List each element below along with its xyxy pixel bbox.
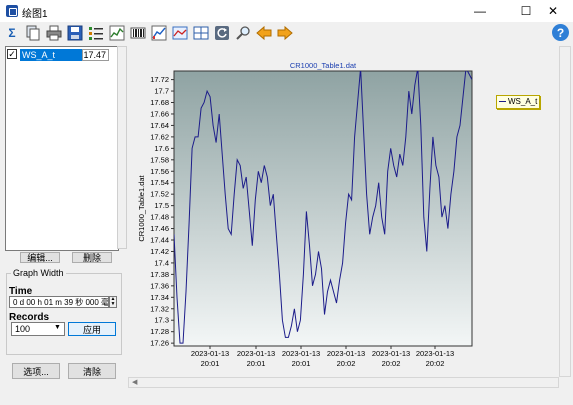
y-tick-label: 17.54 (150, 178, 169, 187)
time-input[interactable]: 0 d 00 h 01 m 39 秒 000 毫 (9, 296, 109, 308)
print-icon[interactable] (45, 24, 63, 42)
x-tick-date-label: 2023-01-13 (237, 349, 275, 358)
options-button[interactable]: 选项... (12, 363, 60, 379)
series-name[interactable]: WS_A_t (20, 49, 82, 61)
sigma-icon[interactable]: Σ (3, 24, 21, 42)
y-tick-label: 17.64 (150, 121, 169, 130)
zoom-icon[interactable] (234, 24, 252, 42)
y-tick-label: 17.72 (150, 75, 169, 84)
series-checkbox[interactable]: ✓ (7, 49, 17, 59)
scroll-left-icon[interactable]: ◀ (132, 378, 137, 386)
x-tick-time-label: 20:01 (247, 359, 266, 368)
plot-background (173, 70, 473, 347)
x-tick-date-label: 2023-01-13 (372, 349, 410, 358)
arrow-right-icon[interactable] (276, 24, 294, 42)
chart-edit-icon[interactable] (150, 24, 168, 42)
y-tick-label: 17.68 (150, 98, 169, 107)
trend-chart-icon[interactable] (171, 24, 189, 42)
y-tick-label: 17.56 (150, 167, 169, 176)
close-button[interactable]: ✕ (533, 2, 573, 20)
chart-legend[interactable]: WS_A_t (496, 95, 540, 109)
help-button[interactable]: ? (552, 24, 569, 41)
y-tick-label: 17.66 (150, 109, 169, 118)
chart-title: CR1000_Table1.dat (290, 61, 357, 70)
x-tick-time-label: 20:02 (426, 359, 445, 368)
chevron-down-icon: ▼ (54, 324, 61, 331)
delete-button[interactable]: 删除 (72, 252, 112, 263)
y-tick-label: 17.6 (154, 144, 169, 153)
minimize-button[interactable]: — (460, 2, 500, 20)
y-tick-label: 17.32 (150, 304, 169, 313)
y-tick-label: 17.46 (150, 224, 169, 233)
edit-button[interactable]: 编辑... (20, 252, 60, 263)
y-tick-label: 17.26 (150, 339, 169, 348)
y-axis-label: CR1000_Table1.dat (137, 174, 146, 241)
window-title: 绘图1 (22, 9, 48, 20)
time-spinner[interactable]: ▲ ▼ (109, 296, 117, 308)
app-icon (6, 5, 18, 17)
y-tick-label: 17.44 (150, 236, 169, 245)
arrow-left-icon[interactable] (255, 24, 273, 42)
legend-line-icon (499, 101, 506, 103)
x-tick-time-label: 20:02 (337, 359, 356, 368)
y-tick-label: 17.58 (150, 155, 169, 164)
apply-button[interactable]: 应用 (68, 322, 116, 336)
x-tick-time-label: 20:01 (292, 359, 311, 368)
line-chart-icon[interactable] (108, 24, 126, 42)
series-list[interactable] (5, 46, 119, 251)
y-tick-label: 17.38 (150, 270, 169, 279)
horizontal-scrollbar[interactable]: ◀ (128, 377, 559, 388)
series-list-scrollbar[interactable] (117, 46, 127, 249)
x-tick-time-label: 20:01 (201, 359, 220, 368)
copy-icon[interactable] (24, 24, 42, 42)
x-tick-time-label: 20:02 (382, 359, 401, 368)
x-tick-date-label: 2023-01-13 (191, 349, 229, 358)
y-tick-label: 17.28 (150, 327, 169, 336)
graph-width-legend: Graph Width (11, 268, 66, 278)
clear-button[interactable]: 清除 (68, 363, 116, 379)
y-tick-label: 17.36 (150, 281, 169, 290)
save-icon[interactable] (66, 24, 84, 42)
y-tick-label: 17.62 (150, 132, 169, 141)
x-tick-date-label: 2023-01-13 (282, 349, 320, 358)
y-tick-label: 17.52 (150, 190, 169, 199)
x-tick-date-label: 2023-01-13 (416, 349, 454, 358)
y-tick-label: 17.7 (154, 87, 169, 96)
series-current-value: 17.47 (82, 49, 109, 61)
y-tick-label: 17.48 (150, 213, 169, 222)
y-tick-label: 17.42 (150, 247, 169, 256)
x-tick-date-label: 2023-01-13 (327, 349, 365, 358)
vertical-scrollbar[interactable] (559, 46, 571, 377)
refresh-icon[interactable] (213, 24, 231, 42)
y-tick-label: 17.34 (150, 293, 169, 302)
list-icon[interactable] (87, 24, 105, 42)
y-tick-label: 17.3 (154, 316, 169, 325)
barcode-icon[interactable] (129, 24, 147, 42)
table-grid-icon[interactable] (192, 24, 210, 42)
legend-series-label: WS_A_t (508, 97, 538, 106)
y-tick-label: 17.5 (154, 201, 169, 210)
y-tick-label: 17.4 (154, 258, 169, 267)
line-chart: CR1000_Table1.dat CR1000_Table1.dat 17.72 1… (137, 61, 473, 368)
